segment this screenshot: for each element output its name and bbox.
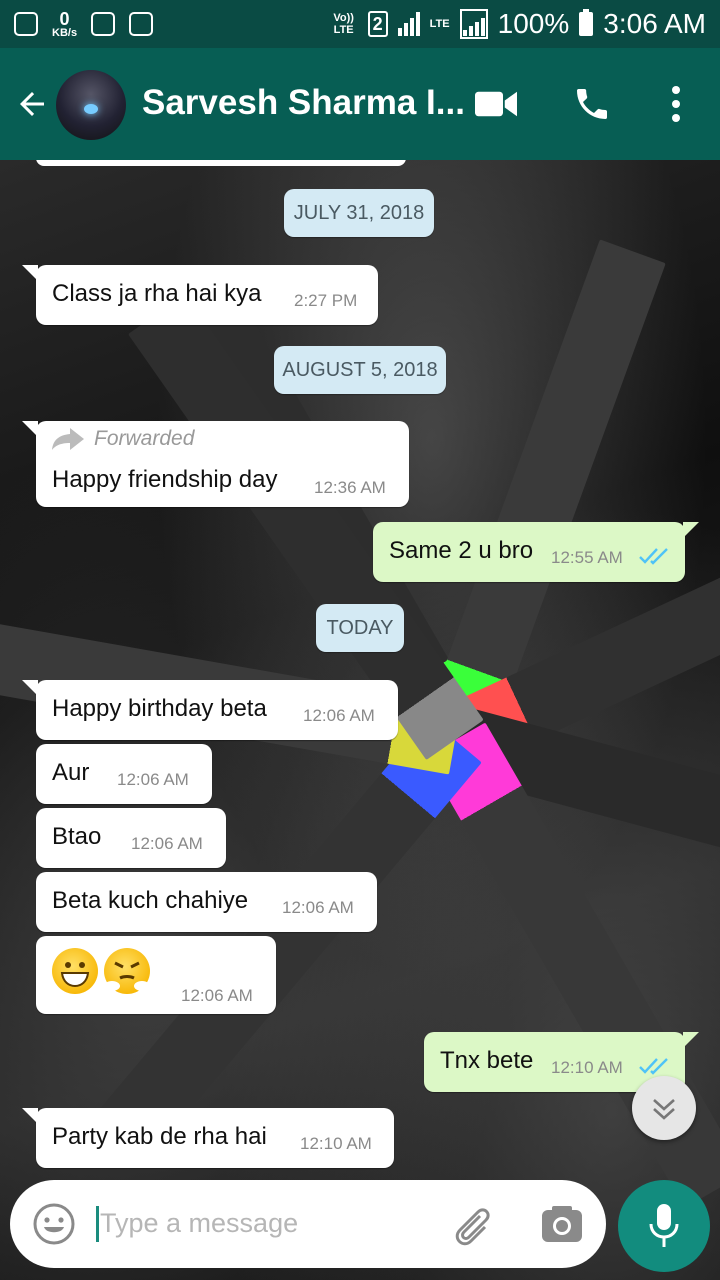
message-time: 12:10 AM xyxy=(300,1134,372,1153)
message-time: 12:06 AM xyxy=(282,898,354,917)
signal-icon-2 xyxy=(459,9,488,39)
date-chip: JULY 31, 2018 xyxy=(284,189,434,237)
message-time: 12:06 AM xyxy=(117,770,189,789)
message-time: 12:36 AM xyxy=(314,478,386,497)
composer-bar: Type a message xyxy=(0,1180,720,1280)
contact-name[interactable]: Sarvesh Sharma I... xyxy=(142,83,465,123)
status-bar: 0 KB/s Vo)) LTE 2 LTE 100% 3:06 AM xyxy=(0,0,720,48)
date-chip: TODAY xyxy=(316,604,404,652)
mic-icon xyxy=(649,1204,679,1247)
previous-message-bubble xyxy=(36,160,406,166)
message-time: 12:55 AM xyxy=(551,548,623,567)
sim-indicator: 2 xyxy=(367,11,388,37)
more-vert-icon[interactable] xyxy=(664,84,688,124)
message-text: Btao xyxy=(52,823,102,850)
phone-icon[interactable] xyxy=(572,84,612,124)
text-cursor xyxy=(96,1206,99,1242)
message-text: Happy friendship day xyxy=(52,466,278,493)
battery-icon xyxy=(579,9,594,36)
paperclip-icon[interactable] xyxy=(450,1202,496,1248)
clock: 3:06 AM xyxy=(603,8,706,39)
lte-indicator: LTE xyxy=(429,18,450,30)
face-with-steam-icon xyxy=(104,948,150,994)
message-time: 12:10 AM xyxy=(551,1058,623,1077)
message-input-container[interactable]: Type a message xyxy=(10,1180,606,1268)
forwarded-label: Forwarded xyxy=(52,427,194,451)
smiley-icon[interactable] xyxy=(32,1202,76,1246)
incoming-message[interactable]: 12:06 AM xyxy=(36,936,276,1014)
gallery-notification-icon xyxy=(91,12,116,36)
message-text: Aur xyxy=(52,759,90,786)
message-time: 12:06 AM xyxy=(131,834,203,853)
avatar[interactable] xyxy=(56,70,126,140)
forward-icon xyxy=(52,428,84,450)
volte-indicator: Vo)) LTE xyxy=(333,12,354,36)
incoming-message[interactable]: Btao 12:06 AM xyxy=(36,808,226,868)
battery-percent: 100% xyxy=(497,8,570,39)
message-text: Same 2 u bro xyxy=(389,537,534,564)
mic-button[interactable] xyxy=(618,1180,710,1272)
incoming-message[interactable]: Class ja rha hai kya 2:27 PM xyxy=(22,265,378,325)
message-time: 2:27 PM xyxy=(294,291,358,310)
outgoing-message[interactable]: Same 2 u bro 12:55 AM xyxy=(373,522,699,582)
incoming-message[interactable]: Beta kuch chahiye 12:06 AM xyxy=(36,872,377,932)
message-text: Class ja rha hai kya xyxy=(52,280,262,307)
upload-notification-icon xyxy=(14,12,38,36)
incoming-message[interactable]: Happy birthday beta 12:06 AM xyxy=(22,680,398,740)
message-text: Beta kuch chahiye xyxy=(52,887,249,914)
chat-header: Sarvesh Sharma I... xyxy=(0,48,720,160)
incoming-message[interactable]: Aur 12:06 AM xyxy=(36,744,212,804)
signal-icon xyxy=(397,12,420,36)
wifi-icon xyxy=(129,12,154,36)
message-list[interactable]: JULY 31, 2018 Class ja rha hai kya 2:27 … xyxy=(0,160,720,1180)
data-speed: 0 KB/s xyxy=(52,8,78,39)
read-ticks-icon xyxy=(639,1058,668,1075)
message-text: Tnx bete xyxy=(440,1047,534,1074)
message-text: Party kab de rha hai xyxy=(52,1123,267,1150)
message-time: 12:06 AM xyxy=(303,706,375,725)
scroll-to-bottom-button[interactable] xyxy=(632,1076,696,1140)
grinning-face-icon xyxy=(52,948,98,994)
message-time: 12:06 AM xyxy=(181,986,253,1005)
camera-icon[interactable] xyxy=(540,1204,584,1244)
message-text: Happy birthday beta xyxy=(52,695,267,722)
arrow-left-icon[interactable] xyxy=(14,86,50,122)
videocam-icon[interactable] xyxy=(474,90,518,118)
read-ticks-icon xyxy=(639,548,668,565)
message-input[interactable]: Type a message xyxy=(100,1208,298,1239)
double-chevron-down-icon xyxy=(653,1099,675,1120)
incoming-message[interactable]: Party kab de rha hai 12:10 AM xyxy=(22,1108,394,1168)
incoming-message[interactable]: Forwarded Happy friendship day 12:36 AM xyxy=(22,421,409,507)
date-chip: AUGUST 5, 2018 xyxy=(274,346,446,394)
